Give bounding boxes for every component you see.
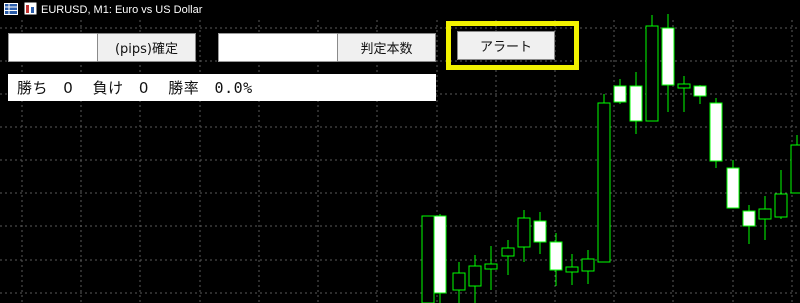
candle-bull — [774, 193, 788, 218]
losses-label: 負け — [92, 79, 124, 97]
candle-bear — [549, 241, 563, 271]
candle-bear — [661, 27, 675, 86]
table-icon — [4, 2, 18, 18]
candle-bull — [421, 215, 435, 303]
candle-bear — [726, 167, 740, 209]
chart-title-bar: EURUSD, M1: Euro vs US Dollar — [0, 0, 202, 20]
candle-bear — [742, 210, 756, 227]
alert-button[interactable]: アラート — [457, 31, 555, 60]
candle-bull — [517, 217, 531, 248]
candle-bear — [709, 102, 723, 162]
wins-value: 0 — [63, 78, 74, 97]
candle-bull — [468, 265, 482, 287]
candle-bull — [597, 102, 611, 263]
candle-bear — [613, 85, 627, 103]
candle-bear — [629, 85, 643, 122]
win-rate-value: 0.0% — [214, 78, 253, 97]
chart-icon — [24, 2, 37, 18]
losses-value: 0 — [138, 78, 149, 97]
candle-bull — [565, 266, 579, 273]
candle-bull — [790, 144, 800, 194]
judge-count-input[interactable] — [218, 33, 338, 62]
candle-bull — [645, 25, 659, 122]
stats-panel: 勝ち 0 負け 0 勝率 0.0% — [8, 74, 436, 101]
candle-bull — [501, 247, 515, 257]
candle-bear — [433, 215, 447, 294]
candle-bear — [693, 85, 707, 97]
window-title: EURUSD, M1: Euro vs US Dollar — [41, 4, 203, 16]
pips-input[interactable] — [8, 33, 98, 62]
wins-label: 勝ち — [17, 79, 49, 97]
pips-confirm-button[interactable]: (pips)確定 — [97, 33, 196, 62]
candle-bull — [452, 272, 466, 291]
candle-bull — [677, 83, 691, 89]
win-rate-label: 勝率 — [168, 79, 200, 97]
candle-bull — [484, 263, 498, 270]
judge-count-button[interactable]: 判定本数 — [337, 33, 436, 62]
candle-bear — [533, 220, 547, 243]
candle-bull — [581, 258, 595, 272]
candle-bull — [758, 208, 772, 220]
